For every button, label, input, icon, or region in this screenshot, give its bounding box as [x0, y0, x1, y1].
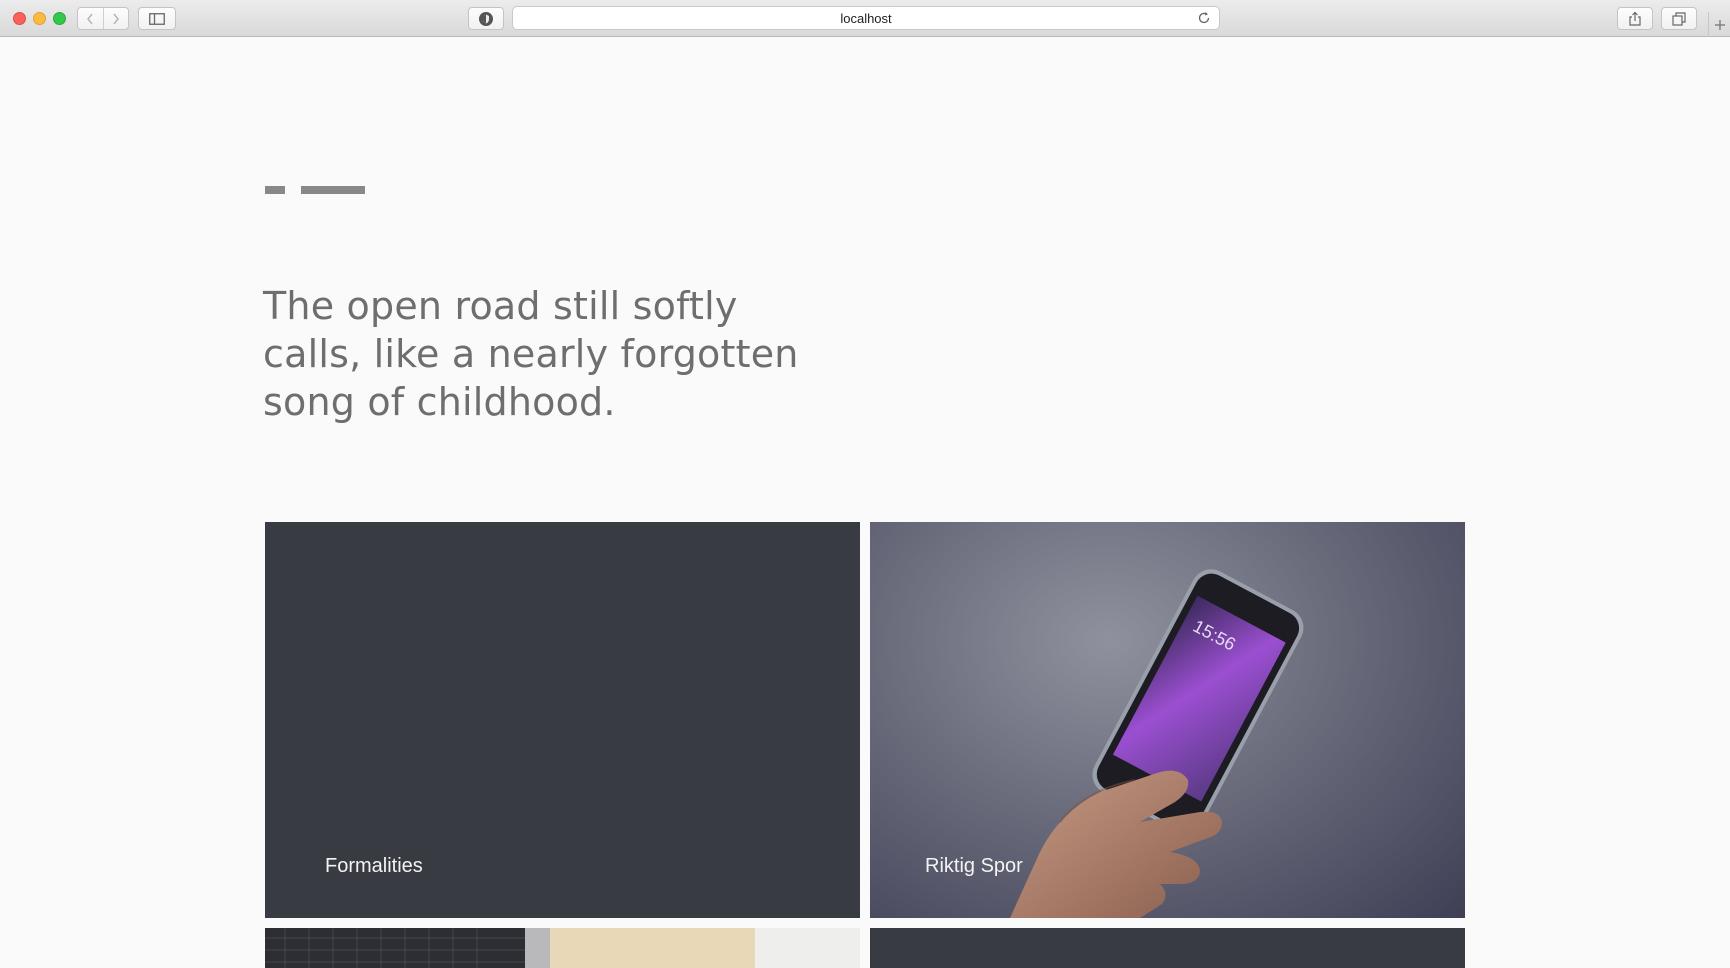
reload-icon: [1198, 12, 1210, 24]
page-headline: The open road still softly calls, like a…: [263, 284, 799, 424]
tabs-overview-icon: [1672, 11, 1686, 26]
back-button[interactable]: [78, 8, 103, 29]
chevron-right-icon: [113, 13, 119, 24]
project-card-3[interactable]: [265, 928, 860, 968]
navigation-buttons: [77, 7, 129, 30]
logo-bar-long: [301, 186, 365, 194]
privacy-button[interactable]: [468, 7, 504, 30]
forward-button[interactable]: [102, 8, 129, 29]
chevron-left-icon: [87, 13, 93, 24]
desk-photo: [265, 928, 860, 968]
show-tabs-button[interactable]: [1661, 7, 1697, 30]
sidebar-icon: [149, 12, 165, 25]
zoom-window-button[interactable]: [53, 12, 66, 25]
close-window-button[interactable]: [13, 12, 26, 25]
share-button[interactable]: [1617, 7, 1653, 30]
card-title: Formalities: [325, 855, 423, 877]
plus-icon: [1714, 19, 1725, 30]
url-text: localhost: [840, 10, 892, 26]
shield-icon: [479, 11, 493, 26]
address-bar[interactable]: localhost: [512, 6, 1220, 30]
logo-bar-short: [265, 186, 285, 194]
reload-button[interactable]: [1197, 11, 1211, 30]
share-icon: [1629, 11, 1641, 26]
sidebar-toggle-button[interactable]: [138, 7, 176, 30]
card-title: Riktig Spor: [925, 855, 1023, 877]
minimize-window-button[interactable]: [33, 12, 46, 25]
project-card-riktig-spor[interactable]: 15:56 Riktig Spor: [870, 522, 1465, 918]
project-card-formalities[interactable]: Formalities: [265, 522, 860, 918]
project-card-4[interactable]: [870, 928, 1465, 968]
new-tab-button[interactable]: [1708, 12, 1730, 37]
browser-toolbar: localhost: [0, 0, 1730, 37]
